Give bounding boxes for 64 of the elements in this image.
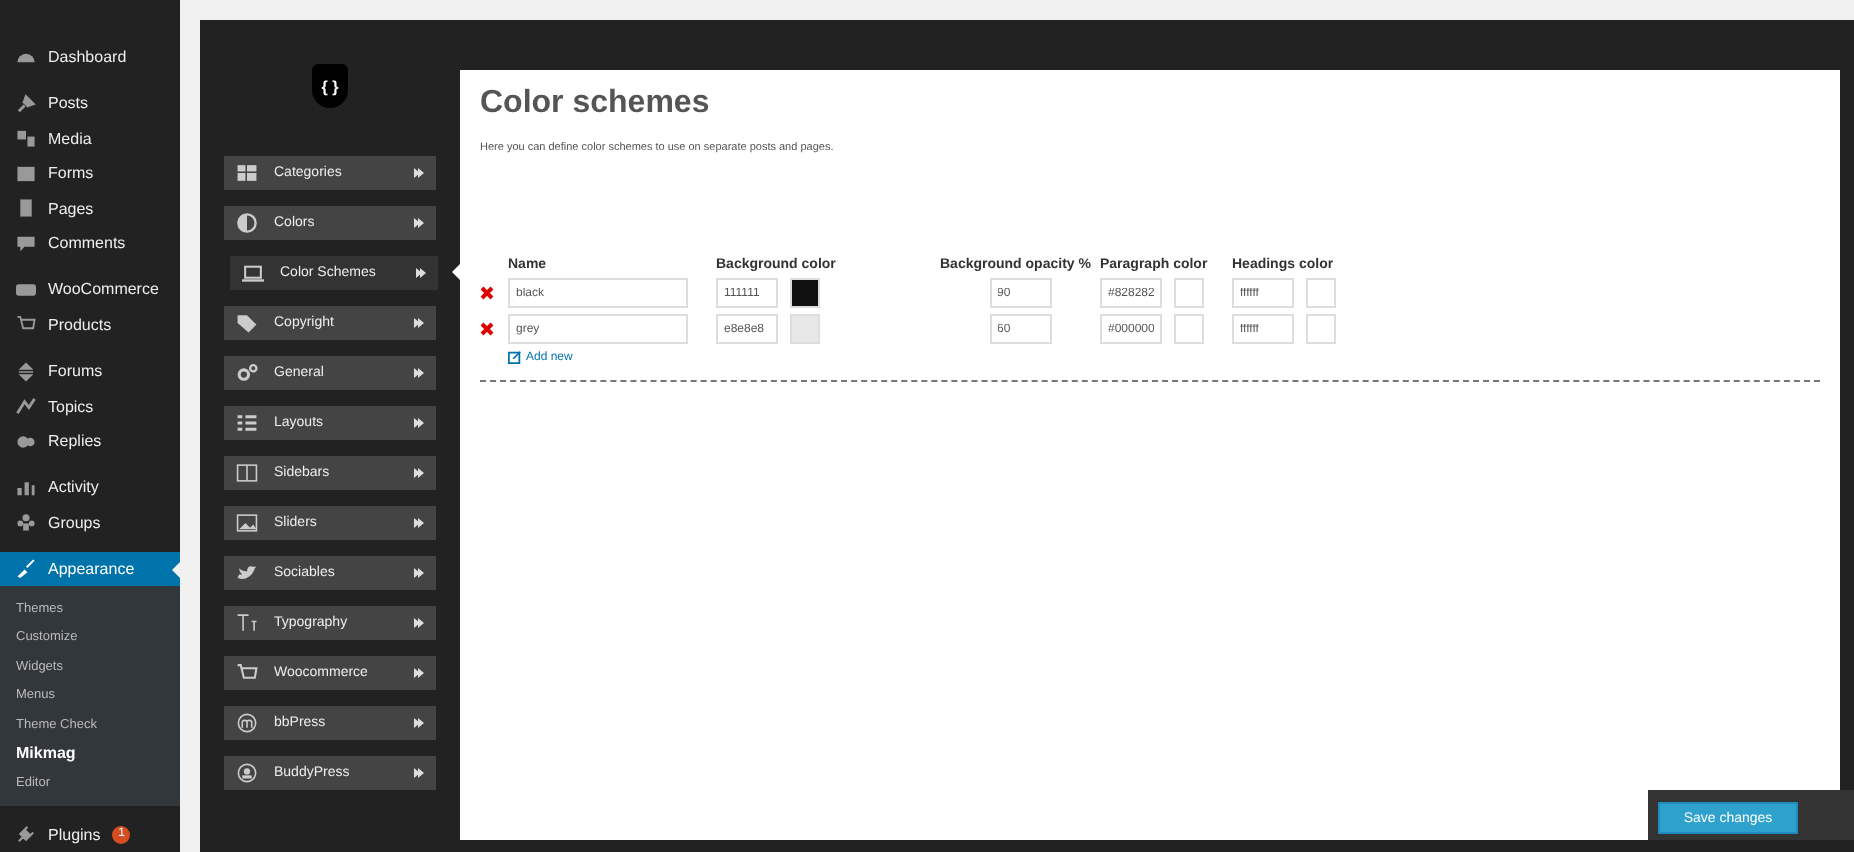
admin-menu-item[interactable]: WooCommerce bbox=[0, 272, 180, 308]
admin-menu-item[interactable]: Dashboard bbox=[0, 40, 180, 75]
media-icon bbox=[16, 128, 36, 149]
chevron-icon bbox=[414, 368, 424, 378]
bubbles-icon bbox=[16, 431, 36, 452]
half-circle-icon bbox=[236, 212, 258, 234]
admin-menu-item[interactable]: Groups bbox=[0, 505, 180, 540]
cart-icon bbox=[236, 662, 258, 684]
admin-menu-item[interactable]: Forums bbox=[0, 353, 180, 389]
pages-icon bbox=[16, 198, 36, 219]
color-swatch[interactable] bbox=[1306, 314, 1336, 344]
bars-icon bbox=[16, 477, 36, 498]
chevron-icon bbox=[414, 618, 424, 628]
brush-icon bbox=[16, 558, 36, 579]
admin-menu-item[interactable]: Appearance bbox=[0, 551, 180, 587]
color-swatch[interactable] bbox=[790, 278, 820, 308]
admin-menu-item[interactable]: Activity bbox=[0, 470, 180, 505]
pin-icon bbox=[16, 93, 36, 114]
speech-bubble-icon bbox=[16, 233, 36, 254]
admin-menu-item[interactable]: Media bbox=[0, 121, 180, 157]
admin-menu-item[interactable]: Pages bbox=[0, 191, 180, 226]
chevron-icon bbox=[414, 468, 424, 478]
chevron-icon bbox=[414, 418, 424, 428]
person-circle-icon bbox=[236, 762, 258, 784]
plug-icon bbox=[16, 824, 36, 845]
grid-icon bbox=[236, 162, 258, 184]
admin-menu-item[interactable]: Replies bbox=[0, 423, 180, 459]
chevron-icon bbox=[414, 168, 424, 178]
bird-icon bbox=[236, 562, 258, 584]
cart-icon bbox=[16, 314, 36, 335]
admin-menu-item[interactable]: Products bbox=[0, 307, 180, 343]
color-swatch[interactable] bbox=[1306, 278, 1336, 308]
submenu-item[interactable]: Mikmag bbox=[0, 739, 180, 769]
admin-menu-item[interactable]: Comments bbox=[0, 226, 180, 261]
circle-icon bbox=[236, 712, 258, 734]
chevron-icon bbox=[414, 768, 424, 778]
admin-menu-item[interactable]: Forms bbox=[0, 156, 180, 192]
color-swatch[interactable] bbox=[1174, 314, 1204, 344]
laptop-icon bbox=[242, 262, 264, 284]
columns-icon bbox=[236, 462, 258, 484]
chevron-icon bbox=[414, 718, 424, 728]
list-icon bbox=[236, 412, 258, 434]
edit-icon bbox=[508, 350, 522, 364]
chevron-icon bbox=[414, 218, 424, 228]
chevron-icon bbox=[414, 318, 424, 328]
chevron-icon bbox=[416, 268, 426, 278]
shield-logo: { } bbox=[312, 64, 348, 108]
zigzag-icon bbox=[16, 396, 36, 417]
people-icon bbox=[16, 512, 36, 533]
image-icon bbox=[236, 512, 258, 534]
admin-menu-item[interactable]: Posts bbox=[0, 86, 180, 122]
arrows-icon bbox=[16, 361, 36, 382]
chevron-icon bbox=[414, 518, 424, 528]
page-title: Color schemes bbox=[480, 86, 712, 122]
color-swatch[interactable] bbox=[790, 314, 820, 344]
rounded-box-icon bbox=[16, 279, 36, 300]
chevron-icon bbox=[414, 668, 424, 678]
chevron-icon bbox=[414, 568, 424, 578]
gears-icon bbox=[236, 362, 258, 384]
admin-menu-item[interactable]: Topics bbox=[0, 388, 180, 424]
form-icon bbox=[16, 163, 36, 184]
color-swatch[interactable] bbox=[1174, 278, 1204, 308]
type-icon bbox=[236, 612, 258, 634]
tag-icon bbox=[236, 312, 258, 334]
